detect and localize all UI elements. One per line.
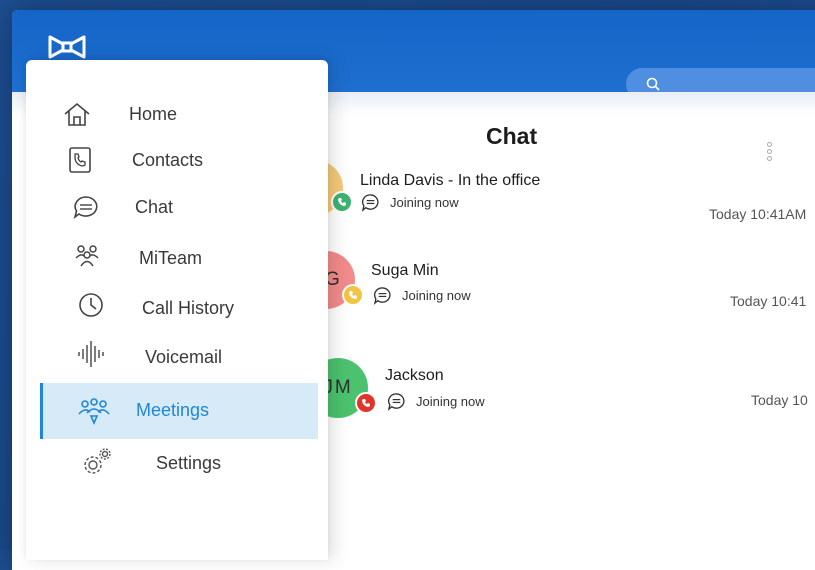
conversation-item[interactable]: LD Linda Davis - In the office Joining n… <box>287 160 815 222</box>
page-title: Chat <box>486 123 538 149</box>
chat-bubble-icon <box>361 194 379 212</box>
chat-icon <box>69 190 103 224</box>
conversation-status: Joining now <box>373 286 471 305</box>
sidebar-item-label: Call History <box>142 298 235 318</box>
conversation-item[interactable]: JM Jackson Joining now Today 10 <box>308 358 815 420</box>
conversation-item[interactable]: SG Suga Min Joining now Today 10:41 <box>297 251 815 311</box>
sidebar-item-home[interactable]: Home <box>26 90 316 138</box>
conversation-status: Joining now <box>361 193 459 212</box>
sidebar-item-label: Voicemail <box>145 347 223 367</box>
status-text: Joining now <box>416 394 485 409</box>
voicemail-icon <box>74 337 108 371</box>
contact-name: Suga Min <box>371 262 439 279</box>
sidebar-item-label: Home <box>129 104 178 124</box>
sidebar-item-miteam[interactable]: MiTeam <box>26 232 316 280</box>
phone-status-icon <box>355 392 377 414</box>
phone-status-icon <box>331 191 353 213</box>
status-text: Joining now <box>390 195 459 210</box>
sidebar-item-voicemail[interactable]: Voicemail <box>26 330 316 378</box>
sidebar-item-contacts[interactable]: Contacts <box>26 136 316 184</box>
sidebar-item-label: Settings <box>156 453 222 473</box>
gear-icon <box>80 445 114 479</box>
timestamp: Today 10:41AM <box>709 206 807 222</box>
search-icon <box>646 77 660 91</box>
contacts-icon <box>63 143 97 177</box>
app-logo-icon <box>48 35 86 59</box>
clock-icon <box>74 288 108 322</box>
contact-name: Linda Davis - In the office <box>360 172 541 189</box>
conversation-status: Joining now <box>387 392 485 411</box>
sidebar-item-label: Contacts <box>132 150 204 170</box>
phone-status-icon <box>342 284 364 306</box>
sidebar-item-label: Chat <box>135 197 174 217</box>
chat-bubble-icon <box>387 393 405 411</box>
sidebar-item-label: Meetings <box>136 400 210 420</box>
timestamp: Today 10 <box>751 392 808 408</box>
sidebar-item-meetings[interactable]: Meetings <box>40 383 318 439</box>
sidebar-item-settings[interactable]: Settings <box>26 438 316 486</box>
status-text: Joining now <box>402 288 471 303</box>
team-icon <box>70 239 104 273</box>
meetings-icon <box>77 394 111 428</box>
home-icon <box>60 97 94 131</box>
sidebar-item-call-history[interactable]: Call History <box>26 281 316 329</box>
timestamp: Today 10:41 <box>730 293 807 309</box>
sidebar-item-label: MiTeam <box>139 248 203 268</box>
contact-name: Jackson <box>385 367 444 384</box>
sidebar: Home Contacts Chat MiTeam Call History V… <box>26 60 328 560</box>
sidebar-item-chat[interactable]: Chat <box>26 183 316 231</box>
chat-bubble-icon <box>373 287 391 305</box>
